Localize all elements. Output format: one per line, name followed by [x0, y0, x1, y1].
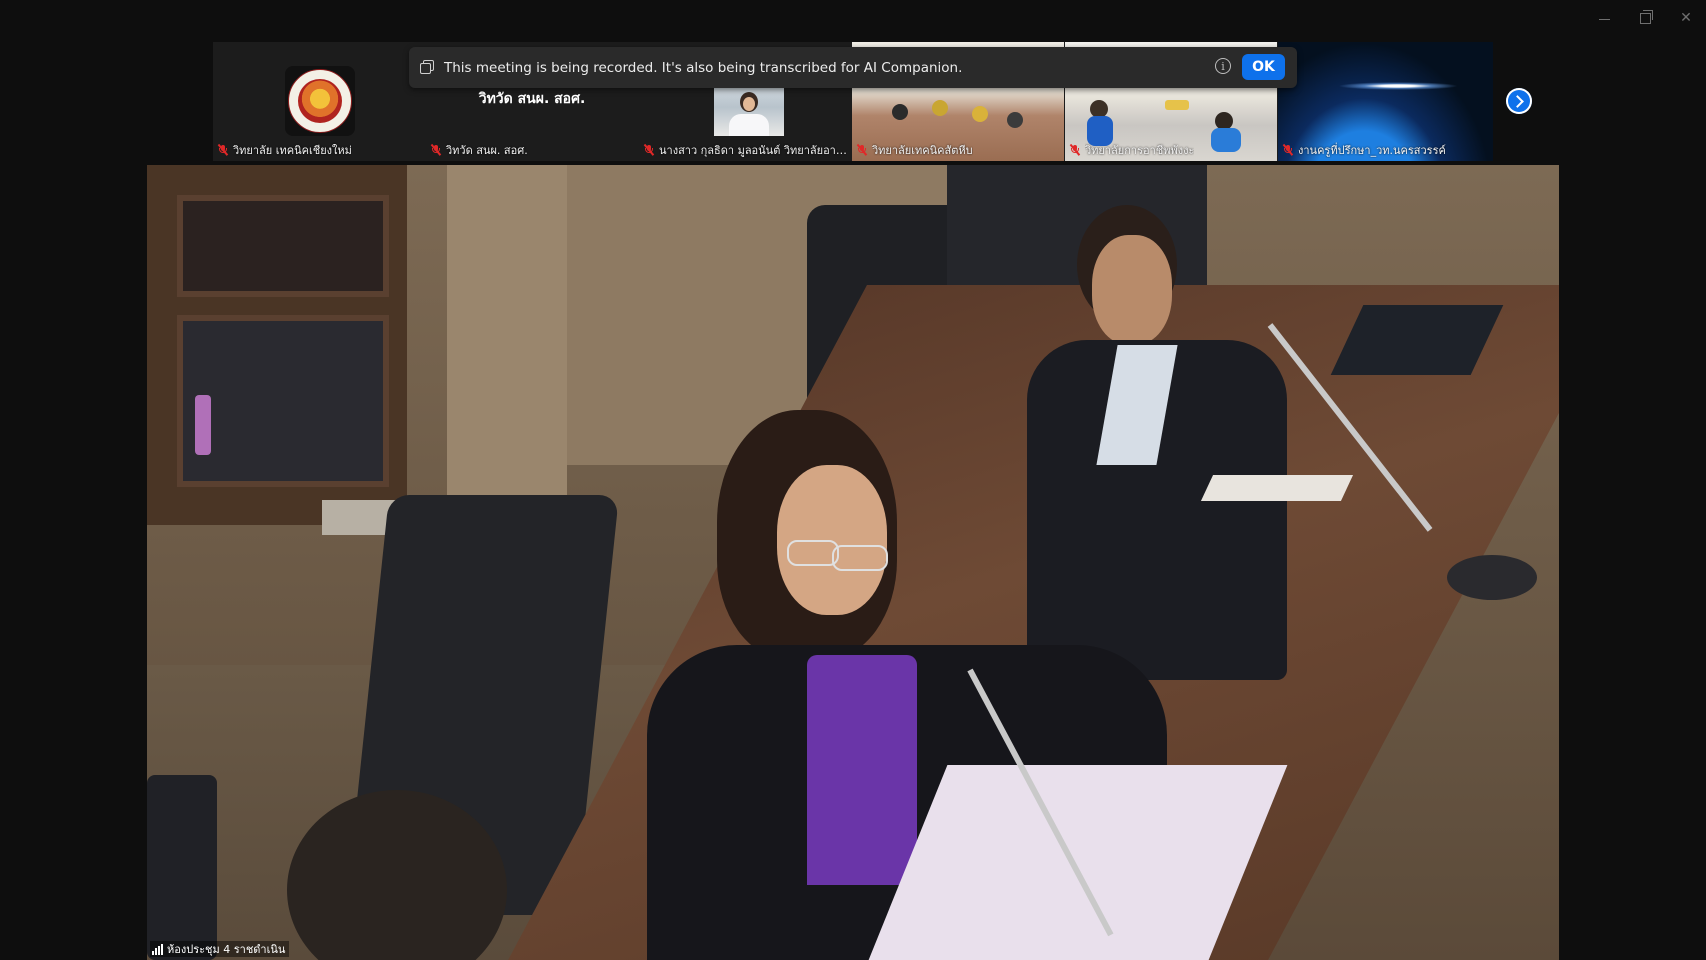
- participant-name: วิทวัด สนผ. สอศ.: [430, 142, 634, 158]
- participant-video: [1338, 82, 1458, 90]
- speaker-name: ห้องประชุม 4 ราชดำเนิน: [167, 943, 286, 956]
- participant-name: วิทยาลัยการอาชีพพังงะ: [1069, 142, 1273, 158]
- recording-banner: This meeting is being recorded. It's als…: [409, 47, 1297, 88]
- college-logo: [285, 66, 355, 136]
- mic-muted-icon: [1069, 144, 1081, 156]
- minimize-icon: [1598, 18, 1610, 20]
- close-button[interactable]: ✕: [1672, 8, 1700, 28]
- participant-name: นางสาว กุลธิดา มูลอนันต์ วิทยาลัยอาชีวศ.…: [643, 142, 847, 158]
- close-icon: ✕: [1680, 10, 1692, 26]
- restore-icon: [1639, 9, 1653, 24]
- participant-name: วิทยาลัยเทคนิคสัตหีบ: [856, 142, 1060, 158]
- mic-muted-icon: [430, 144, 442, 156]
- main-video: ห้องประชุม 4 ราชดำเนิน: [147, 165, 1559, 960]
- minimize-button[interactable]: [1590, 8, 1618, 28]
- recording-icon: [420, 60, 434, 74]
- speaker-label: ห้องประชุม 4 ราชดำเนิน: [150, 941, 290, 957]
- restore-button[interactable]: [1631, 8, 1659, 28]
- chevron-right-icon: [1511, 94, 1524, 108]
- participant-tile[interactable]: งานครูที่ปรึกษา_วท.นครสวรรค์: [1278, 42, 1493, 161]
- next-page-button[interactable]: [1506, 88, 1532, 114]
- participant-avatar: [714, 88, 784, 136]
- participant-name: งานครูที่ปรึกษา_วท.นครสวรรค์: [1282, 142, 1489, 158]
- connection-signal-icon: [152, 943, 163, 955]
- participant-name: วิทยาลัย เทคนิคเชียงใหม่: [217, 142, 421, 158]
- mic-muted-icon: [643, 144, 655, 156]
- mic-muted-icon: [217, 144, 229, 156]
- mic-muted-icon: [1282, 144, 1294, 156]
- participant-tile[interactable]: วิทยาลัย เทคนิคเชียงใหม่: [213, 42, 425, 161]
- participant-name-card: วิทวัด สนผ. สอศ.: [478, 91, 586, 107]
- ok-button[interactable]: OK: [1242, 54, 1285, 80]
- info-icon[interactable]: i: [1215, 58, 1231, 74]
- mic-muted-icon: [856, 144, 868, 156]
- recording-message: This meeting is being recorded. It's als…: [444, 59, 963, 76]
